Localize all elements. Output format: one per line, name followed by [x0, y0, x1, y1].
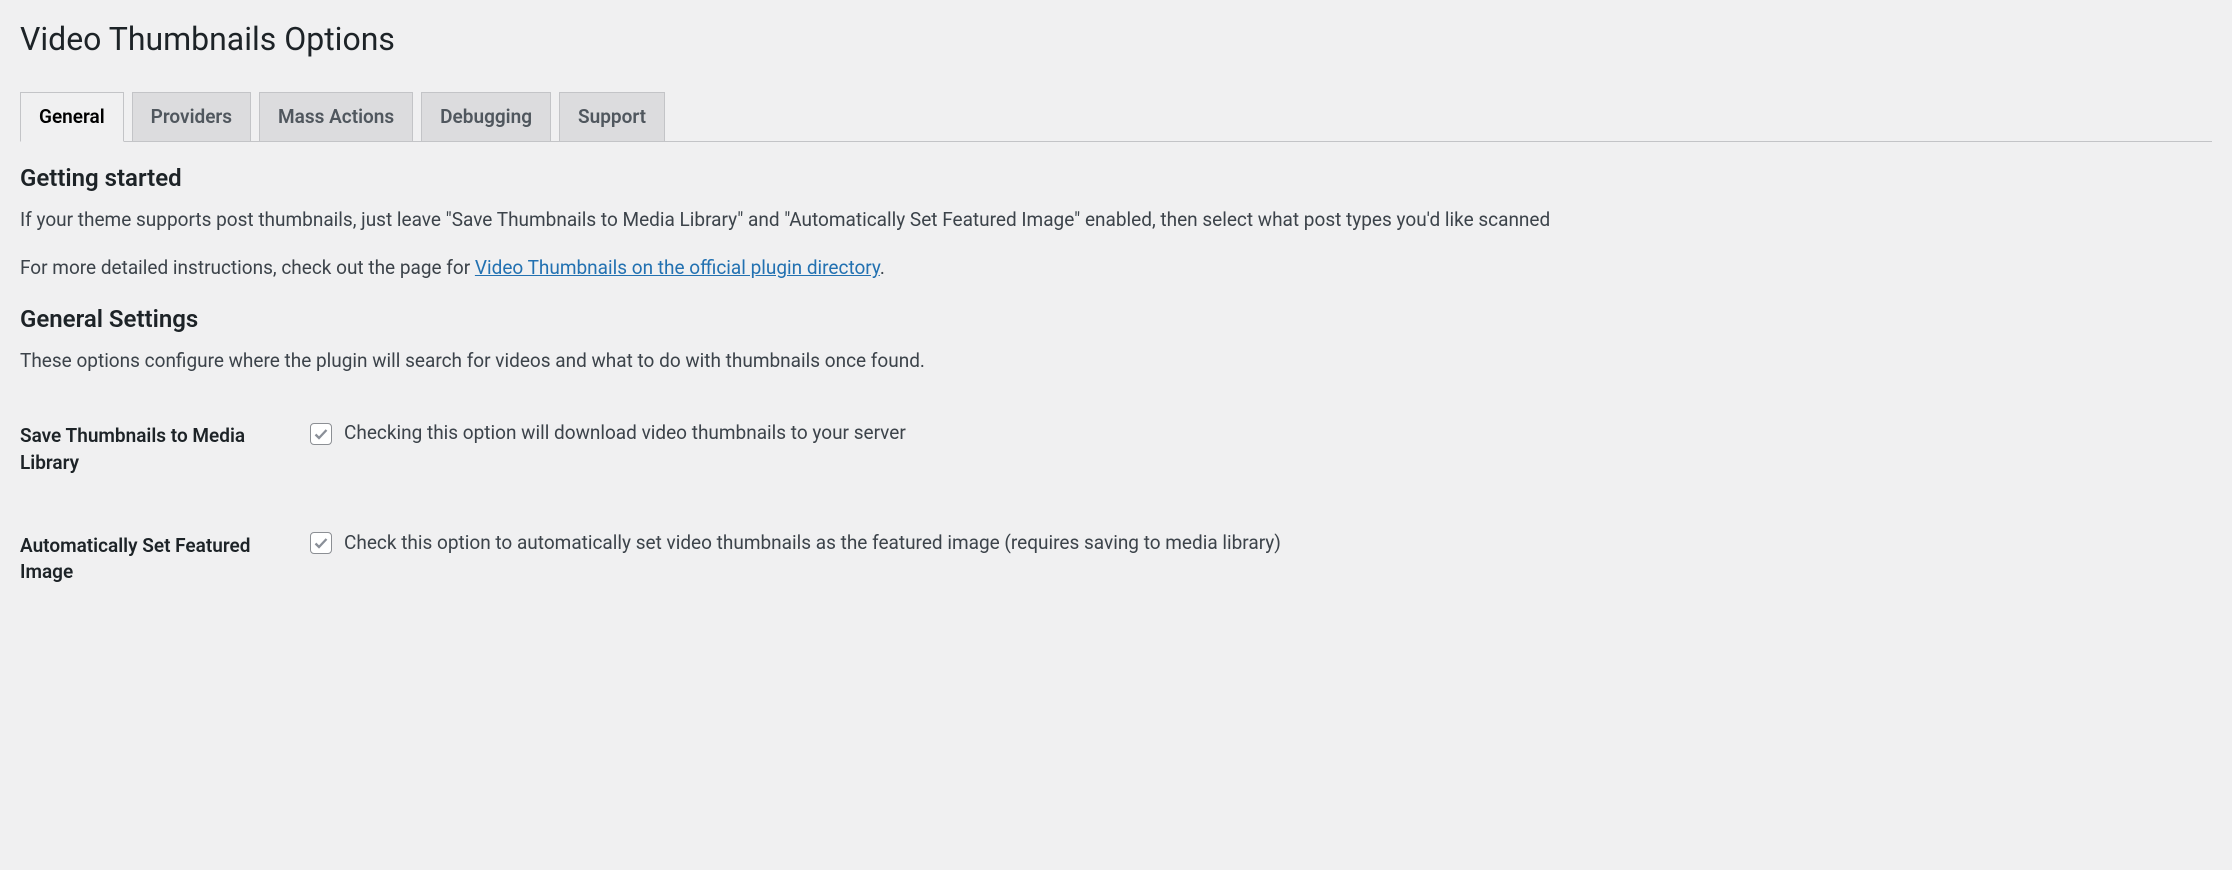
tab-support[interactable]: Support	[559, 92, 665, 142]
setting-desc-auto-featured: Check this option to automatically set v…	[344, 529, 1281, 558]
setting-row-save-media: Save Thumbnails to Media Library Checkin…	[20, 395, 2212, 504]
general-settings-intro: These options configure where the plugin…	[20, 347, 2212, 376]
settings-table: Save Thumbnails to Media Library Checkin…	[20, 395, 2212, 613]
tab-bar: General Providers Mass Actions Debugging…	[20, 83, 2212, 142]
check-icon	[313, 535, 329, 551]
tab-mass-actions[interactable]: Mass Actions	[259, 92, 413, 142]
setting-row-auto-featured: Automatically Set Featured Image Check t…	[20, 505, 2212, 614]
more-prefix: For more detailed instructions, check ou…	[20, 256, 475, 279]
more-suffix: .	[880, 256, 885, 279]
page-title: Video Thumbnails Options	[20, 10, 2212, 65]
checkbox-save-media[interactable]	[310, 423, 332, 445]
checkbox-auto-featured[interactable]	[310, 532, 332, 554]
heading-getting-started: Getting started	[20, 164, 2212, 192]
plugin-directory-link[interactable]: Video Thumbnails on the official plugin …	[475, 256, 880, 279]
heading-general-settings: General Settings	[20, 305, 2212, 333]
setting-desc-save-media: Checking this option will download video…	[344, 419, 906, 448]
getting-started-intro: If your theme supports post thumbnails, …	[20, 206, 2212, 235]
tab-providers[interactable]: Providers	[132, 92, 251, 142]
setting-label-save-media: Save Thumbnails to Media Library	[20, 395, 300, 504]
tab-debugging[interactable]: Debugging	[421, 92, 551, 142]
check-icon	[313, 426, 329, 442]
getting-started-more: For more detailed instructions, check ou…	[20, 254, 2212, 283]
setting-label-auto-featured: Automatically Set Featured Image	[20, 505, 300, 614]
tab-general[interactable]: General	[20, 92, 124, 142]
